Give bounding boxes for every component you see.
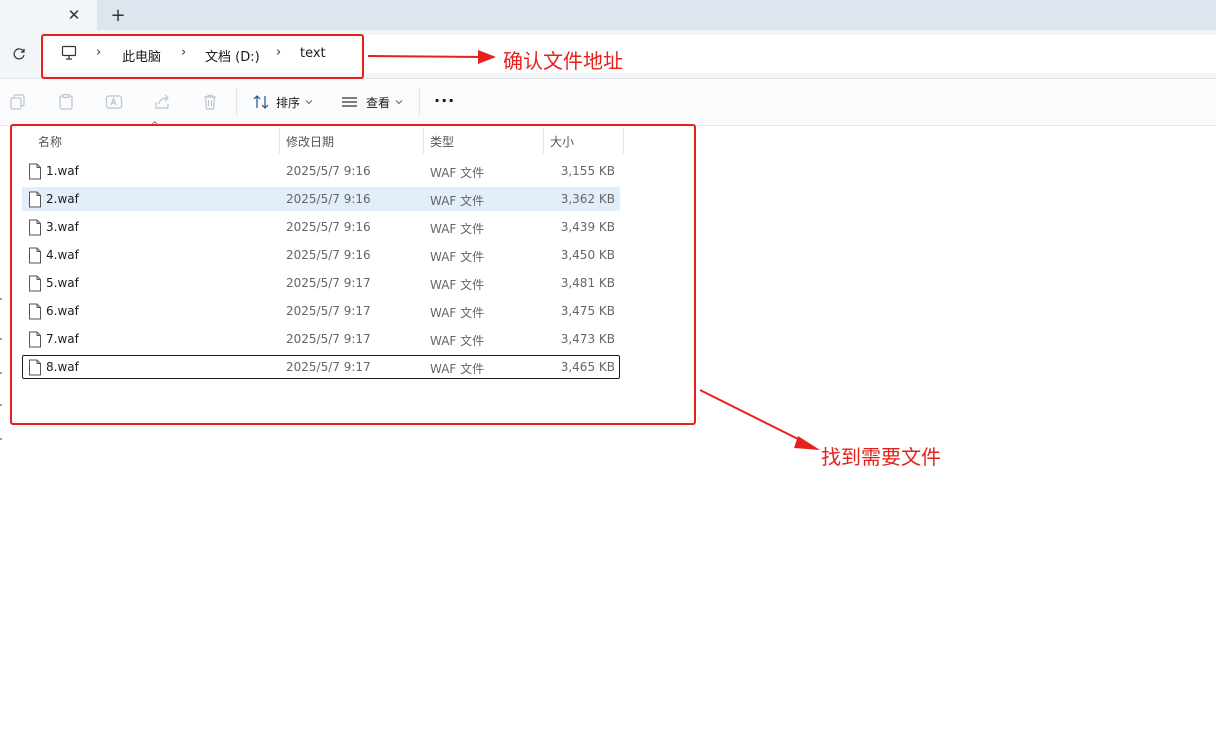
paste-icon[interactable]	[57, 93, 75, 111]
refresh-icon	[13, 48, 25, 60]
copy-icon[interactable]	[9, 93, 27, 111]
rename-icon[interactable]	[105, 93, 123, 111]
view-list-icon	[342, 97, 357, 107]
chevron-down-icon	[395, 100, 403, 105]
annotation-find-file: 找到需要文件	[821, 445, 941, 469]
new-tab-button[interactable]: +	[106, 4, 130, 26]
more-options-button[interactable]: ···	[434, 91, 455, 110]
edge-mark	[0, 372, 2, 374]
active-tab[interactable]: ✕	[0, 0, 97, 30]
arrow-to-address-label-icon	[367, 50, 496, 64]
file-list-highlight-box	[10, 124, 696, 425]
sort-button[interactable]: 排序	[252, 90, 313, 114]
tab-close-button[interactable]: ✕	[62, 4, 86, 26]
delete-icon[interactable]	[201, 93, 219, 111]
arrow-to-find-label-icon	[699, 389, 820, 450]
toolbar-divider	[419, 88, 420, 116]
edge-mark	[0, 438, 2, 440]
address-highlight-box	[41, 34, 364, 79]
edge-mark	[0, 298, 2, 300]
edge-mark	[0, 404, 2, 406]
toolbar-divider	[236, 88, 237, 116]
annotation-confirm-address: 确认文件地址	[503, 49, 623, 73]
share-icon[interactable]	[153, 93, 171, 111]
chevron-down-icon	[305, 100, 313, 105]
sort-label: 排序	[276, 95, 301, 110]
sort-icon	[253, 95, 269, 109]
refresh-button[interactable]	[8, 43, 30, 65]
view-label: 查看	[366, 95, 391, 110]
edge-mark	[0, 338, 2, 340]
tab-strip: ✕ +	[0, 0, 1216, 30]
command-bar: 排序 查看 ···	[0, 79, 1216, 126]
view-button[interactable]: 查看	[341, 90, 403, 114]
